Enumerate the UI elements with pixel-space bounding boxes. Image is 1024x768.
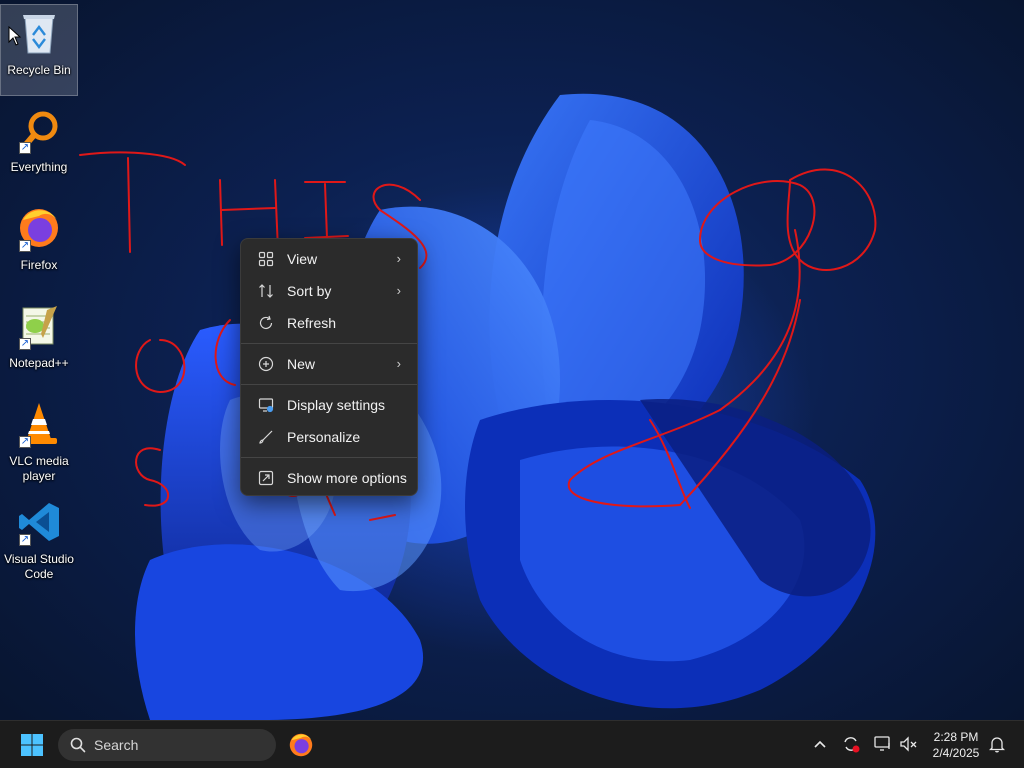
menu-item-label: New [287, 356, 316, 372]
chevron-right-icon: › [396, 356, 401, 371]
desktop-icon-vscode[interactable]: ↗ Visual Studio Code [0, 494, 78, 586]
display-icon [257, 396, 275, 414]
shortcut-arrow-icon: ↗ [19, 240, 31, 252]
menu-item-show-more-options[interactable]: Show more options [245, 462, 413, 494]
desktop-icon-recycle-bin[interactable]: Recycle Bin [0, 4, 78, 96]
shortcut-arrow-icon: ↗ [19, 436, 31, 448]
chevron-right-icon: › [396, 251, 401, 266]
grid-icon [257, 250, 275, 268]
shortcut-arrow-icon: ↗ [19, 142, 31, 154]
windows-logo-icon [21, 734, 43, 756]
menu-item-personalize[interactable]: Personalize [245, 421, 413, 453]
menu-item-label: Personalize [287, 429, 361, 445]
taskbar-app-firefox[interactable] [284, 729, 318, 761]
taskbar-search-box[interactable]: Search [58, 729, 276, 761]
magnifier-icon: ↗ [15, 106, 63, 154]
expand-icon [257, 469, 275, 487]
desktop-icon-label: Visual Studio Code [4, 552, 74, 581]
recycle-bin-icon [15, 9, 63, 57]
chevron-right-icon: › [396, 283, 401, 298]
menu-separator [241, 343, 417, 344]
clock-time: 2:28 PM [933, 730, 979, 744]
desktop-icon-vlc[interactable]: ↗ VLC media player [0, 396, 78, 488]
menu-item-view[interactable]: View › [245, 243, 413, 275]
taskbar: Search 2:28 PM 2/4/2025 [0, 720, 1024, 768]
volume-muted-icon[interactable] [898, 733, 920, 755]
desktop-icon-notepadpp[interactable]: ↗ Notepad++ [0, 298, 78, 390]
sync-status-icon[interactable] [840, 733, 862, 755]
vscode-icon: ↗ [15, 498, 63, 546]
desktop-icon-label: Recycle Bin [7, 63, 71, 77]
shortcut-arrow-icon: ↗ [19, 534, 31, 546]
clock-date: 2/4/2025 [932, 746, 980, 760]
menu-item-label: View [287, 251, 318, 267]
firefox-icon [289, 733, 313, 757]
menu-item-refresh[interactable]: Refresh [245, 307, 413, 339]
desktop-wallpaper [0, 0, 1024, 720]
sort-icon [257, 282, 275, 300]
menu-item-display-settings[interactable]: Display settings [245, 389, 413, 421]
plus-circle-icon [257, 355, 275, 373]
start-button[interactable] [14, 729, 50, 761]
desktop-icon-everything[interactable]: ↗ Everything [0, 102, 78, 194]
desktop-icon-label: Firefox [20, 258, 58, 272]
notifications-bell-icon[interactable] [986, 733, 1008, 755]
shortcut-arrow-icon: ↗ [19, 338, 31, 350]
firefox-icon: ↗ [15, 204, 63, 252]
bloom-wallpaper-art [135, 93, 876, 720]
menu-separator [241, 384, 417, 385]
menu-item-new[interactable]: New › [245, 348, 413, 380]
vlc-cone-icon: ↗ [15, 400, 63, 448]
mouse-cursor-icon [8, 26, 22, 46]
notepadpp-icon: ↗ [15, 302, 63, 350]
network-display-icon[interactable] [872, 733, 894, 755]
menu-item-label: Sort by [287, 283, 332, 299]
taskbar-clock[interactable]: 2:28 PM 2/4/2025 [920, 729, 992, 761]
brush-icon [257, 428, 275, 446]
search-placeholder: Search [94, 737, 139, 753]
menu-item-label: Show more options [287, 470, 407, 486]
show-hidden-icons-chevron-icon[interactable] [809, 733, 831, 755]
menu-item-label: Display settings [287, 397, 386, 413]
desktop-icon-label: VLC media player [9, 454, 69, 483]
desktop-icon-label: Notepad++ [9, 356, 69, 370]
desktop-icon-label: Everything [10, 160, 68, 174]
menu-separator [241, 457, 417, 458]
desktop-context-menu: View › Sort by › Refresh New › Display s… [240, 238, 418, 496]
refresh-icon [257, 314, 275, 332]
desktop-icon-firefox[interactable]: ↗ Firefox [0, 200, 78, 292]
menu-item-sort-by[interactable]: Sort by › [245, 275, 413, 307]
menu-item-label: Refresh [287, 315, 337, 331]
search-icon [70, 737, 86, 753]
